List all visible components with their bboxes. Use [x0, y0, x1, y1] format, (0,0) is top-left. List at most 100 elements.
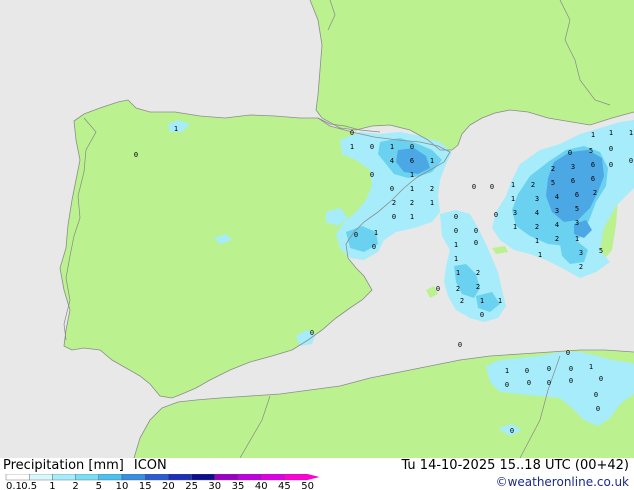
map-value-label: 2	[593, 189, 597, 197]
map-value-label: 1	[575, 235, 579, 243]
map-footer: Precipitation [mm] ICON Tu 14-10-2025 15.…	[0, 458, 634, 490]
map-value-label: 1	[430, 157, 434, 165]
scale-swatch	[168, 474, 192, 481]
map-value-label: 1	[513, 223, 517, 231]
map-value-label: 1	[454, 241, 458, 249]
scale-label: 15	[139, 481, 152, 490]
map-value-label: 0	[350, 129, 354, 137]
map-value-label: 2	[531, 181, 535, 189]
scale-label: 0.1	[6, 481, 22, 490]
map-value-label: 1	[498, 297, 502, 305]
map-value-label: 1	[350, 143, 354, 151]
scale-swatch	[144, 474, 169, 481]
map-value-label: 2	[551, 165, 555, 173]
map-value-label: 1	[505, 367, 509, 375]
scale-swatch	[29, 474, 53, 481]
map-value-label: 0	[599, 375, 603, 383]
map-value-label: 0	[410, 143, 414, 151]
map-value-label: 0	[505, 381, 509, 389]
map-value-label: 0	[134, 151, 138, 159]
scale-swatch	[284, 474, 308, 481]
map-value-label: 0	[510, 427, 514, 435]
valid-time: Tu 14-10-2025 15..18 UTC (00+42)	[401, 458, 629, 473]
scale-label: 30	[208, 481, 221, 490]
map-value-label: 4	[535, 209, 539, 217]
scale-label: 1	[49, 481, 55, 490]
map-value-label: 0	[474, 239, 478, 247]
map-value-label: 0	[569, 377, 573, 385]
scale-swatch	[98, 474, 123, 481]
scale-swatch	[191, 474, 216, 481]
scale-label: 5	[96, 481, 102, 490]
map-value-label: 1	[374, 229, 378, 237]
map-value-label: 0	[354, 231, 358, 239]
scale-swatch	[214, 474, 239, 481]
map-value-label: 0	[596, 405, 600, 413]
credit-link[interactable]: ©weatheronline.co.uk	[496, 475, 629, 489]
map-value-label: 0	[609, 161, 613, 169]
map-value-label: 1	[511, 195, 515, 203]
map-title: Precipitation [mm] ICON	[3, 459, 167, 473]
map-value-label: 1	[511, 181, 515, 189]
map-value-label: 4	[390, 157, 394, 165]
map-value-label: 0	[372, 243, 376, 251]
scale-label: 35	[232, 481, 245, 490]
map-value-label: 1	[410, 185, 414, 193]
map-value-label: 1	[174, 125, 178, 133]
map-value-label: 0	[310, 329, 314, 337]
map-value-label: 0	[392, 213, 396, 221]
map-value-label: 0	[458, 341, 462, 349]
map-value-label: 6	[571, 177, 575, 185]
title-text: Precipitation [mm]	[3, 458, 124, 473]
map-value-label: 2	[555, 235, 559, 243]
map-value-label: 3	[535, 195, 539, 203]
map-value-label: 3	[513, 209, 517, 217]
map-value-label: 0	[390, 185, 394, 193]
map-value-label: 3	[571, 163, 575, 171]
map-value-label: 5	[575, 205, 579, 213]
scale-swatch	[52, 474, 76, 481]
map-value-label: 0	[547, 365, 551, 373]
map-value-label: 2	[430, 185, 434, 193]
map-value-label: 0	[454, 227, 458, 235]
map-value-label: 1	[410, 171, 414, 179]
map-value-label: 5	[599, 247, 603, 255]
map-value-label: 0	[370, 143, 374, 151]
scale-swatch	[237, 474, 262, 481]
map-value-label: 6	[575, 191, 579, 199]
map-value-label: 0	[454, 213, 458, 221]
map-value-label: 0	[370, 171, 374, 179]
map-value-label: 2	[460, 297, 464, 305]
scale-label: 2	[72, 481, 78, 490]
map-value-label: 5	[551, 179, 555, 187]
map-value-label: 1	[538, 251, 542, 259]
map-value-label: 1	[390, 143, 394, 151]
map-value-label: 0	[474, 227, 478, 235]
precipitation-map: 1001 0 1 04 6 10 10 1 22 2 10 10 0 1 2 5 6 61 1 10 5 02 3 6 0 01 3…	[0, 0, 634, 458]
scale-label: 45	[278, 481, 291, 490]
scale-label: 25	[185, 481, 198, 490]
map-value-label: 2	[392, 199, 396, 207]
map-value-label: 1	[454, 255, 458, 263]
map-value-label: 1	[480, 297, 484, 305]
map-value-label: 1	[535, 237, 539, 245]
map-value-label: 5	[589, 147, 593, 155]
scale-arrow	[307, 474, 320, 480]
map-value-label: 6	[410, 157, 414, 165]
scale-label: 0.5	[21, 481, 37, 490]
map-value-label: 2	[476, 269, 480, 277]
map-value-label: 6	[591, 175, 595, 183]
map-value-label: 1	[430, 199, 434, 207]
map-value-label: 2	[456, 285, 460, 293]
scale-label: 50	[301, 481, 314, 490]
map-value-label: 3	[579, 249, 583, 257]
map-value-label: 1	[591, 131, 595, 139]
map-value-label: 1	[589, 363, 593, 371]
map-value-label: 0	[527, 379, 531, 387]
map-value-label: 4	[555, 193, 559, 201]
map-value-label: 1	[456, 269, 460, 277]
map-value-label: 0	[490, 183, 494, 191]
map-value-label: 0	[568, 149, 572, 157]
map-value-label: 0	[594, 391, 598, 399]
map-value-label: 1	[609, 129, 613, 137]
